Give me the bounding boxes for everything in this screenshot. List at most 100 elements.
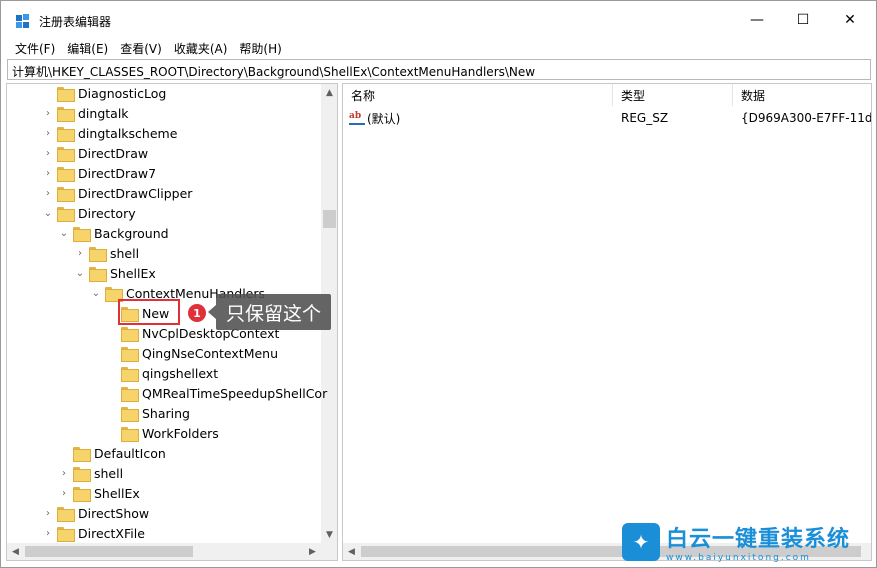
tree-item-label: shell xyxy=(110,245,140,261)
tree-item[interactable]: WorkFolders xyxy=(105,423,220,443)
chevron-right-icon[interactable]: › xyxy=(73,243,87,263)
menu-view[interactable]: 查看(V) xyxy=(114,38,168,58)
folder-icon xyxy=(57,126,75,142)
folder-icon xyxy=(121,366,139,382)
column-header-data[interactable]: 数据 xyxy=(733,84,871,106)
values-list-pane[interactable]: 名称 类型 数据 ab (默认) REG_SZ {D969A300-E7FF-1… xyxy=(342,83,872,561)
regedit-app-icon xyxy=(16,14,29,28)
folder-icon xyxy=(57,206,75,222)
bird-logo-icon: ✦ xyxy=(622,523,660,561)
folder-icon xyxy=(57,166,75,182)
tree-vertical-scroll-thumb[interactable] xyxy=(323,210,336,228)
tree-item-label: DefaultIcon xyxy=(94,445,166,461)
watermark: ✦ 白云一键重装系统 www.baiyunxitong.com xyxy=(622,520,872,564)
callout-number-badge: 1 xyxy=(188,304,206,322)
tree-item-label: shell xyxy=(94,465,124,481)
maximize-button[interactable]: ☐ xyxy=(780,1,826,38)
tree-item[interactable]: › shell xyxy=(57,463,124,483)
close-button[interactable]: ✕ xyxy=(827,1,873,38)
tree-item[interactable]: › shell xyxy=(73,243,140,263)
tree-item[interactable]: › DirectDraw7 xyxy=(41,163,157,183)
folder-icon xyxy=(73,226,91,242)
minimize-button[interactable]: — xyxy=(734,1,780,38)
menu-edit[interactable]: 编辑(E) xyxy=(61,38,114,58)
chevron-right-icon[interactable]: › xyxy=(41,103,55,123)
tree-item[interactable]: ⌄ ShellEx xyxy=(73,263,157,283)
highlight-box xyxy=(118,299,180,325)
tree-item[interactable]: DiagnosticLog xyxy=(41,84,167,103)
chevron-right-icon[interactable]: › xyxy=(41,143,55,163)
menu-help[interactable]: 帮助(H) xyxy=(233,38,287,58)
tree-item-label: QMRealTimeSpeedupShellCor xyxy=(142,385,328,401)
scroll-up-arrow-icon[interactable]: ▲ xyxy=(321,84,337,101)
folder-icon xyxy=(121,406,139,422)
folder-icon xyxy=(57,106,75,122)
chevron-right-icon[interactable]: › xyxy=(41,523,55,543)
tree-item-label: DirectDrawClipper xyxy=(78,185,193,201)
folder-icon xyxy=(73,446,91,462)
tree-item-label: ShellEx xyxy=(110,265,156,281)
folder-icon xyxy=(121,386,139,402)
chevron-right-icon[interactable]: › xyxy=(57,483,71,503)
tree-item[interactable]: › ShellEx xyxy=(57,483,141,503)
column-header-name[interactable]: 名称 xyxy=(343,84,613,106)
watermark-title: 白云一键重装系统 xyxy=(666,527,851,552)
menu-file[interactable]: 文件(F) xyxy=(9,38,61,58)
tree-item[interactable]: ⌄ Background xyxy=(57,223,170,243)
chevron-down-icon[interactable]: ⌄ xyxy=(73,263,87,283)
address-bar[interactable]: 计算机\HKEY_CLASSES_ROOT\Directory\Backgrou… xyxy=(7,59,871,80)
chevron-down-icon[interactable]: ⌄ xyxy=(89,283,103,303)
folder-icon xyxy=(57,186,75,202)
folder-icon xyxy=(57,86,75,102)
tree-horizontal-scroll-thumb[interactable] xyxy=(25,546,193,557)
tree-item[interactable]: DefaultIcon xyxy=(57,443,167,463)
tree-item-label: DirectShow xyxy=(78,505,150,521)
tree-item[interactable]: › dingtalkscheme xyxy=(41,123,178,143)
chevron-right-icon[interactable]: › xyxy=(41,503,55,523)
watermark-url: www.baiyunxitong.com xyxy=(666,553,811,563)
tree-item-label: qingshellext xyxy=(142,365,219,381)
scroll-right-arrow-icon[interactable]: ▶ xyxy=(304,543,321,560)
scroll-down-arrow-icon[interactable]: ▼ xyxy=(321,526,337,543)
folder-icon xyxy=(57,506,75,522)
folder-icon xyxy=(57,526,75,542)
tree-item[interactable]: ⌄ Directory xyxy=(41,203,137,223)
tree-item-label: Sharing xyxy=(142,405,190,421)
value-data-cell: {D969A300-E7FF-11d0 xyxy=(741,111,872,125)
folder-icon xyxy=(105,286,123,302)
chevron-right-icon[interactable]: › xyxy=(41,163,55,183)
chevron-right-icon[interactable]: › xyxy=(41,123,55,143)
scroll-left-arrow-icon[interactable]: ◀ xyxy=(7,543,24,560)
tree-item[interactable]: QMRealTimeSpeedupShellCor xyxy=(105,383,328,403)
chevron-down-icon[interactable]: ⌄ xyxy=(57,223,71,243)
tree-item[interactable]: qingshellext xyxy=(105,363,219,383)
value-name: (默认) xyxy=(367,111,401,126)
tree-item[interactable]: › DirectShow xyxy=(41,503,150,523)
tree-item[interactable]: QingNseContextMenu xyxy=(105,343,279,363)
tree-item-label: DiagnosticLog xyxy=(78,85,167,101)
folder-icon xyxy=(57,146,75,162)
chevron-right-icon[interactable]: › xyxy=(41,183,55,203)
chevron-down-icon[interactable]: ⌄ xyxy=(41,203,55,223)
chevron-right-icon[interactable]: › xyxy=(57,463,71,483)
column-header-type[interactable]: 类型 xyxy=(613,84,733,106)
tree-item[interactable]: › DirectDrawClipper xyxy=(41,183,193,203)
value-row-default-name[interactable]: ab (默认) xyxy=(349,108,613,128)
folder-icon xyxy=(121,426,139,442)
tree-item[interactable]: › DirectDraw xyxy=(41,143,149,163)
folder-icon xyxy=(121,326,139,342)
tree-item-label: WorkFolders xyxy=(142,425,219,441)
menu-favorites[interactable]: 收藏夹(A) xyxy=(168,38,234,58)
tree-item-label: DirectDraw xyxy=(78,145,149,161)
regedit-window: 注册表编辑器 — ☐ ✕ 文件(F) 编辑(E) 查看(V) 收藏夹(A) 帮助… xyxy=(0,0,877,568)
tree-item[interactable]: › DirectXFile xyxy=(41,523,146,543)
list-scroll-left-arrow-icon[interactable]: ◀ xyxy=(343,543,360,560)
tree-item[interactable]: › dingtalk xyxy=(41,103,130,123)
tree-item[interactable]: Sharing xyxy=(105,403,191,423)
tree-horizontal-scrollbar[interactable]: ◀ ▶ xyxy=(7,543,321,560)
